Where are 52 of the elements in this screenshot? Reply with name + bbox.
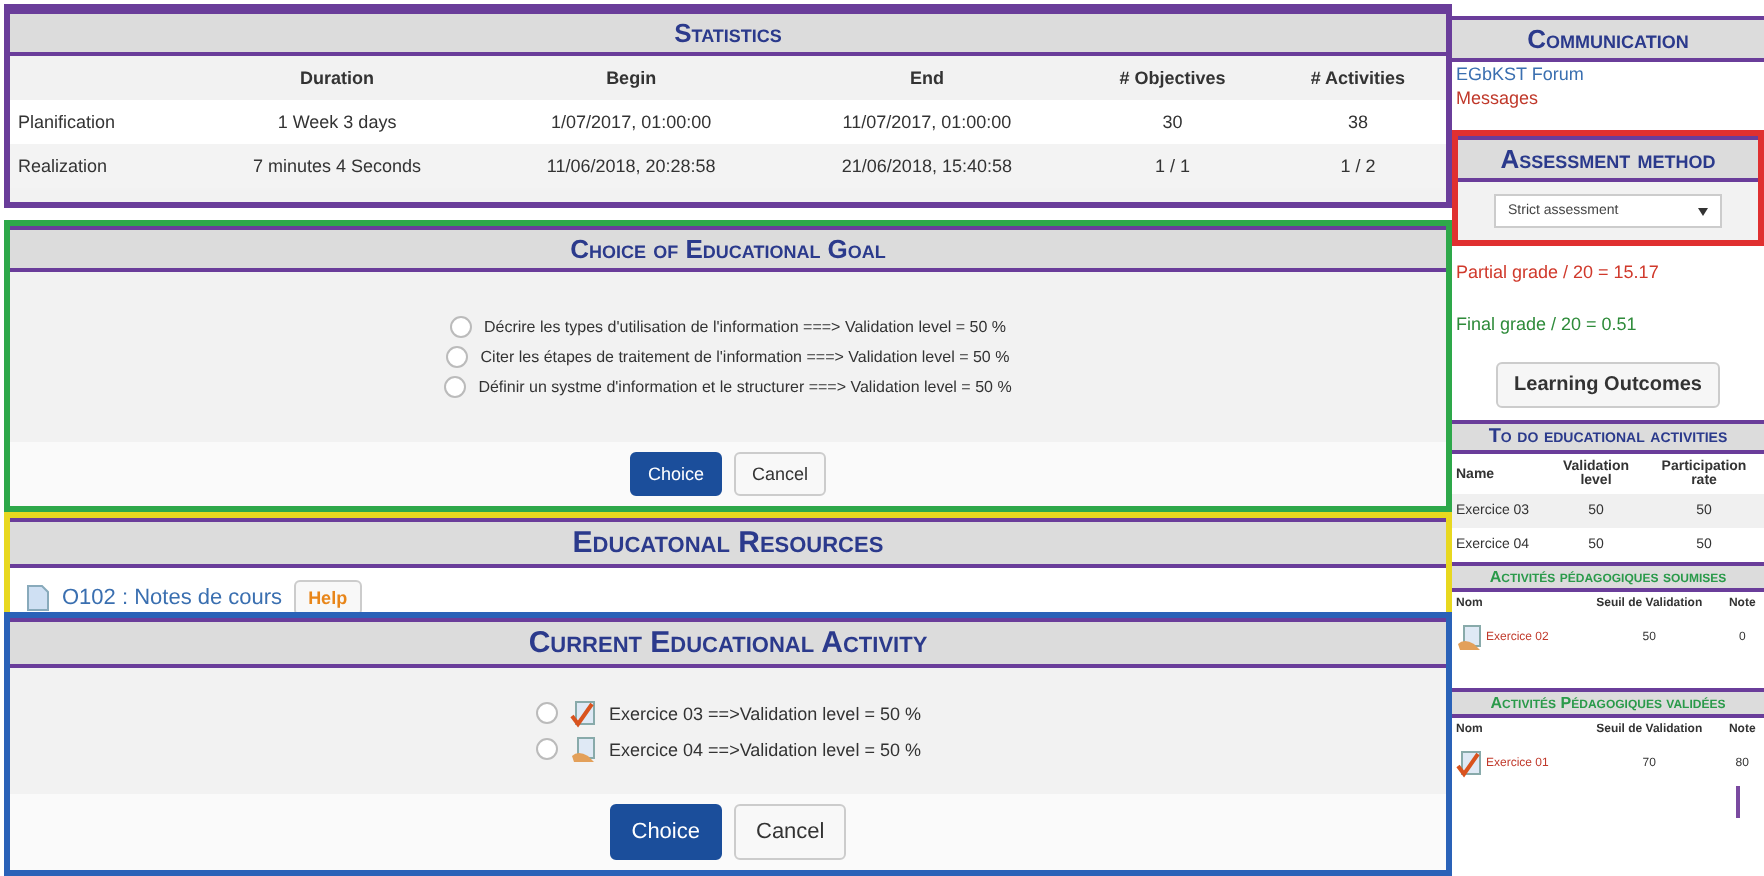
option-label: Définir un systme d'information et le structurer ===> Validation level = 50 %	[478, 378, 1012, 396]
checked-document-icon	[569, 699, 598, 727]
table-cell: 11/06/2018, 20:28:58	[483, 144, 779, 188]
cancel-button[interactable]: Cancel	[734, 452, 827, 496]
radio-button[interactable]	[535, 702, 558, 724]
section-title: Assessment method	[1458, 136, 1758, 182]
learning-outcomes-button[interactable]: Learning Outcomes	[1496, 362, 1720, 408]
section-title: Statistics	[10, 10, 1446, 56]
table-cell: 7 minutes 4 Seconds	[190, 144, 484, 188]
section-title: To do educational activities	[1452, 420, 1764, 454]
radio-button[interactable]	[444, 376, 467, 398]
column-header: End	[778, 56, 1076, 100]
document-icon	[26, 584, 50, 612]
radio-button[interactable]	[535, 738, 558, 760]
messages-link[interactable]: Messages	[1452, 86, 1764, 110]
table-cell: 21/06/2018, 15:40:58	[778, 144, 1076, 188]
caret-icon	[1698, 205, 1708, 217]
column-header: Duration	[190, 56, 484, 100]
section-title: Choice of Educational Goal	[10, 226, 1446, 272]
section-title: Activités pédagogiques soumises	[1452, 562, 1764, 592]
cancel-button[interactable]: Cancel	[734, 804, 847, 860]
radio-button[interactable]	[449, 316, 472, 338]
document-hand-icon	[1456, 624, 1484, 652]
section-title: Activités Pédagogiques validées	[1452, 688, 1764, 718]
grade-text: Partial grade / 20 = 15.17	[1454, 260, 1661, 286]
table-cell: Realization	[10, 144, 191, 188]
option-label: Citer les étapes de traitement de l'information ===> Validation level = 50 %	[480, 348, 1010, 366]
section-title: Educatonal Resources	[10, 518, 1446, 568]
table-cell: 30	[1075, 100, 1270, 144]
grade-text: Final grade / 20 = 0.51	[1454, 312, 1639, 338]
choice-button[interactable]: Choice	[609, 804, 722, 860]
table-cell: Planification	[10, 100, 191, 144]
option-label: Exercice 03 ==>Validation level = 50 %	[609, 703, 921, 723]
checked-document-icon	[1456, 750, 1484, 778]
table-cell: 1 Week 3 days	[190, 100, 484, 144]
section-title: Current Educational Activity	[10, 618, 1446, 668]
table-cell: 11/07/2017, 01:00:00	[778, 100, 1076, 144]
resource-link[interactable]: O102 : Notes de cours	[62, 586, 283, 610]
forum-link[interactable]: EGbKST Forum	[1452, 62, 1764, 86]
column-header: # Objectives	[1075, 56, 1270, 100]
option-label: Exercice 04 ==>Validation level = 50 %	[609, 739, 921, 759]
option-label: Décrire les types d'utilisation de l'information ===> Validation level = 50 %	[483, 318, 1007, 336]
column-header: # Activities	[1269, 56, 1446, 100]
radio-button[interactable]	[446, 346, 469, 368]
document-hand-icon	[569, 735, 598, 763]
table-cell: 1/07/2017, 01:00:00	[483, 100, 779, 144]
table-cell: 38	[1269, 100, 1446, 144]
table-cell: 1 / 2	[1269, 144, 1446, 188]
choice-button[interactable]: Choice	[629, 452, 722, 496]
column-header: Begin	[483, 56, 779, 100]
section-title: Communication	[1452, 16, 1764, 62]
table-cell: 1 / 1	[1075, 144, 1270, 188]
